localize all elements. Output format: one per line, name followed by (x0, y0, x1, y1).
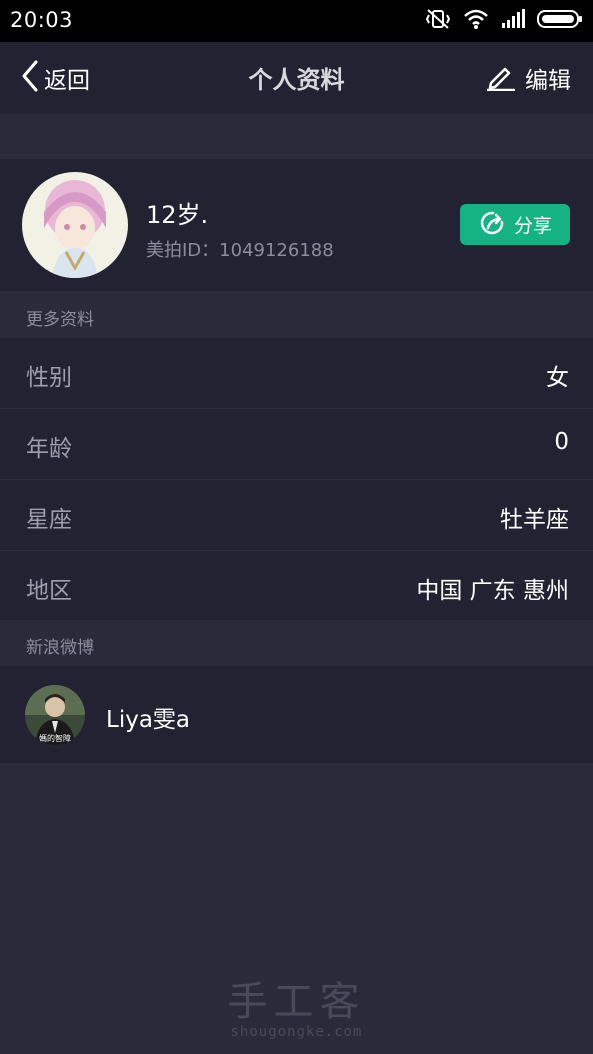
share-icon (478, 208, 508, 242)
nav-bar: 返回 个人资料 编辑 (0, 42, 593, 114)
pencil-icon (485, 61, 517, 95)
share-label: 分享 (513, 215, 552, 237)
region-label: 地区 (26, 578, 72, 604)
gender-value: 女 (546, 365, 569, 391)
info-row-age: 年龄 0 (0, 409, 593, 480)
profile-card: 12岁. 美拍ID：1049126188 分享 (0, 159, 593, 291)
edit-label: 编辑 (525, 68, 571, 94)
status-icons (425, 8, 583, 34)
info-row-gender: 性别 女 (0, 338, 593, 409)
chevron-left-icon (20, 59, 40, 97)
weibo-name: Liya雯a (106, 707, 191, 733)
zodiac-value: 牡羊座 (500, 507, 569, 533)
profile-id: 美拍ID：1049126188 (146, 240, 334, 261)
info-row-region: 地区 中国 广东 惠州 (0, 551, 593, 621)
weibo-header: 新浪微博 (0, 620, 593, 666)
wifi-icon (463, 8, 489, 34)
profile-name: 12岁. (146, 201, 209, 229)
share-button[interactable]: 分享 (460, 204, 570, 245)
weibo-avatar-caption: 媽的智障 (39, 733, 71, 743)
weibo-header-label: 新浪微博 (26, 638, 94, 658)
signal-icon (501, 9, 525, 33)
edit-button[interactable]: 编辑 (485, 60, 571, 96)
info-list: 性别 女 年龄 0 星座 牡羊座 地区 中国 广东 惠州 (0, 338, 593, 620)
vibrate-off-icon (425, 7, 451, 35)
age-label: 年龄 (26, 436, 72, 462)
status-bar: 20:03 (0, 0, 593, 42)
weibo-avatar: 媽的智障 (25, 685, 85, 745)
back-label: 返回 (44, 68, 90, 94)
battery-icon (537, 9, 583, 33)
info-row-zodiac: 星座 牡羊座 (0, 480, 593, 551)
age-value: 0 (554, 429, 569, 455)
status-time: 20:03 (10, 8, 74, 32)
zodiac-label: 星座 (26, 507, 72, 533)
gender-label: 性别 (26, 365, 72, 391)
watermark-logo: 手工客 (227, 979, 366, 1025)
more-info-header-label: 更多资料 (26, 310, 94, 330)
back-button[interactable]: 返回 (20, 60, 90, 96)
weibo-account[interactable]: 媽的智障 Liya雯a (0, 666, 593, 763)
more-info-header: 更多资料 (0, 292, 593, 338)
watermark: 手工客 shougongke.com (0, 980, 593, 1040)
region-value: 中国 广东 惠州 (416, 578, 569, 604)
watermark-url: shougongke.com (230, 1024, 363, 1040)
avatar[interactable] (22, 172, 128, 278)
